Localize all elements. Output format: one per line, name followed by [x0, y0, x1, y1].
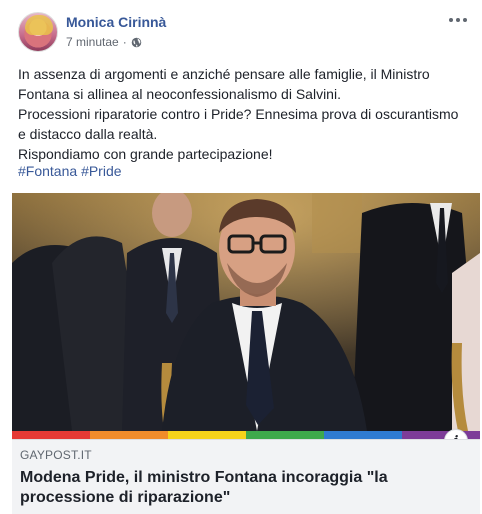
link-domain: GAYPOST.IT: [20, 448, 92, 462]
rainbow-segment: [402, 431, 480, 439]
post-text: In assenza di argomenti e anziché pensar…: [18, 64, 468, 164]
facebook-post: Monica Cirinnà 7 minutae · In assenza di…: [0, 0, 482, 514]
author-avatar[interactable]: [18, 12, 58, 52]
rainbow-stripe: [12, 431, 480, 439]
photo-illustration: [12, 193, 480, 431]
link-preview-card[interactable]: i GAYPOST.IT Modena Pride, il ministro F…: [12, 193, 480, 514]
hashtags: #Fontana #Pride: [18, 163, 122, 179]
link-preview-image[interactable]: [12, 193, 480, 431]
post-time[interactable]: 7 minutae: [66, 35, 119, 49]
hashtag-pride[interactable]: #Pride: [81, 163, 121, 179]
link-headline[interactable]: Modena Pride, il ministro Fontana incora…: [20, 468, 460, 508]
hashtag-fontana[interactable]: #Fontana: [18, 163, 77, 179]
globe-icon[interactable]: [131, 37, 142, 48]
post-text-line: Rispondiamo con grande partecipazione!: [18, 146, 273, 162]
author-name[interactable]: Monica Cirinnà: [66, 14, 166, 30]
more-options-icon[interactable]: [446, 10, 470, 30]
post-text-line: In assenza di argomenti e anziché pensar…: [18, 66, 430, 82]
rainbow-segment: [168, 431, 246, 439]
post-text-line: Fontana si allinea al neoconfessionalism…: [18, 86, 341, 102]
rainbow-segment: [246, 431, 324, 439]
post-text-line: Processioni riparatorie contro i Pride? …: [18, 106, 459, 122]
rainbow-segment: [12, 431, 90, 439]
rainbow-segment: [90, 431, 168, 439]
meta-separator: ·: [122, 35, 127, 49]
link-caption[interactable]: GAYPOST.IT Modena Pride, il ministro Fon…: [12, 439, 480, 514]
post-meta: 7 minutae ·: [66, 35, 142, 49]
rainbow-segment: [324, 431, 402, 439]
post-text-line: e distacco dalla realtà.: [18, 126, 158, 142]
